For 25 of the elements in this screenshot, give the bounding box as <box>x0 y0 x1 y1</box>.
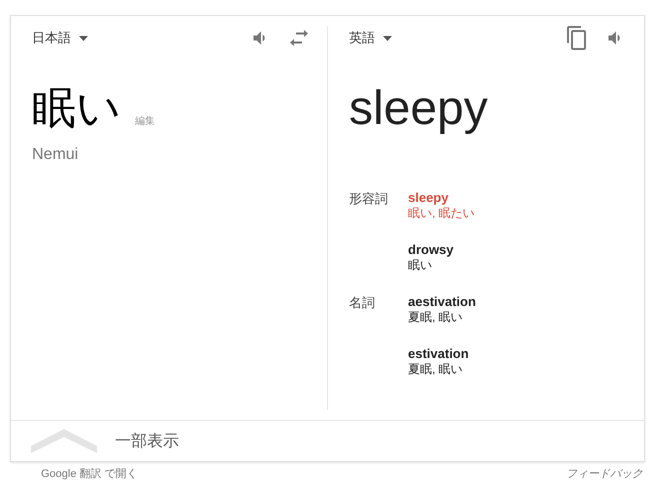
open-in-translate-link[interactable]: Google 翻訳 で開く <box>41 467 138 481</box>
feedback-link[interactable]: フィードバック <box>566 467 643 481</box>
swap-icon <box>289 30 309 46</box>
dictionary-word[interactable]: sleepy <box>408 190 475 205</box>
source-language-dropdown[interactable]: 日本語 <box>32 29 88 47</box>
chevron-up-icon <box>31 429 97 453</box>
dictionary-word[interactable]: drowsy <box>408 242 475 257</box>
dropdown-caret-icon <box>79 36 88 40</box>
dictionary-word[interactable]: aestivation <box>408 294 476 309</box>
word-translations: 夏眠, 眠い <box>408 361 464 378</box>
target-language-dropdown[interactable]: 英語 <box>349 29 392 47</box>
dictionary-word[interactable]: estivation <box>408 346 476 361</box>
dropdown-caret-icon <box>383 36 392 40</box>
copy-icon <box>566 26 588 50</box>
copy-button[interactable] <box>566 26 588 50</box>
show-less-button[interactable]: 一部表示 <box>11 421 644 461</box>
source-text: 眠い <box>32 83 121 135</box>
part-of-speech: 形容詞 <box>349 190 389 208</box>
swap-languages-button[interactable] <box>289 30 309 46</box>
translated-text: sleepy <box>349 81 489 137</box>
word-translations: 眠い <box>408 257 433 274</box>
word-translations: 夏眠, 眠い <box>408 309 464 326</box>
romanization: Nemui <box>32 146 80 164</box>
part-of-speech: 名詞 <box>349 294 376 312</box>
word-translations: 眠い, 眠たい <box>408 205 475 222</box>
